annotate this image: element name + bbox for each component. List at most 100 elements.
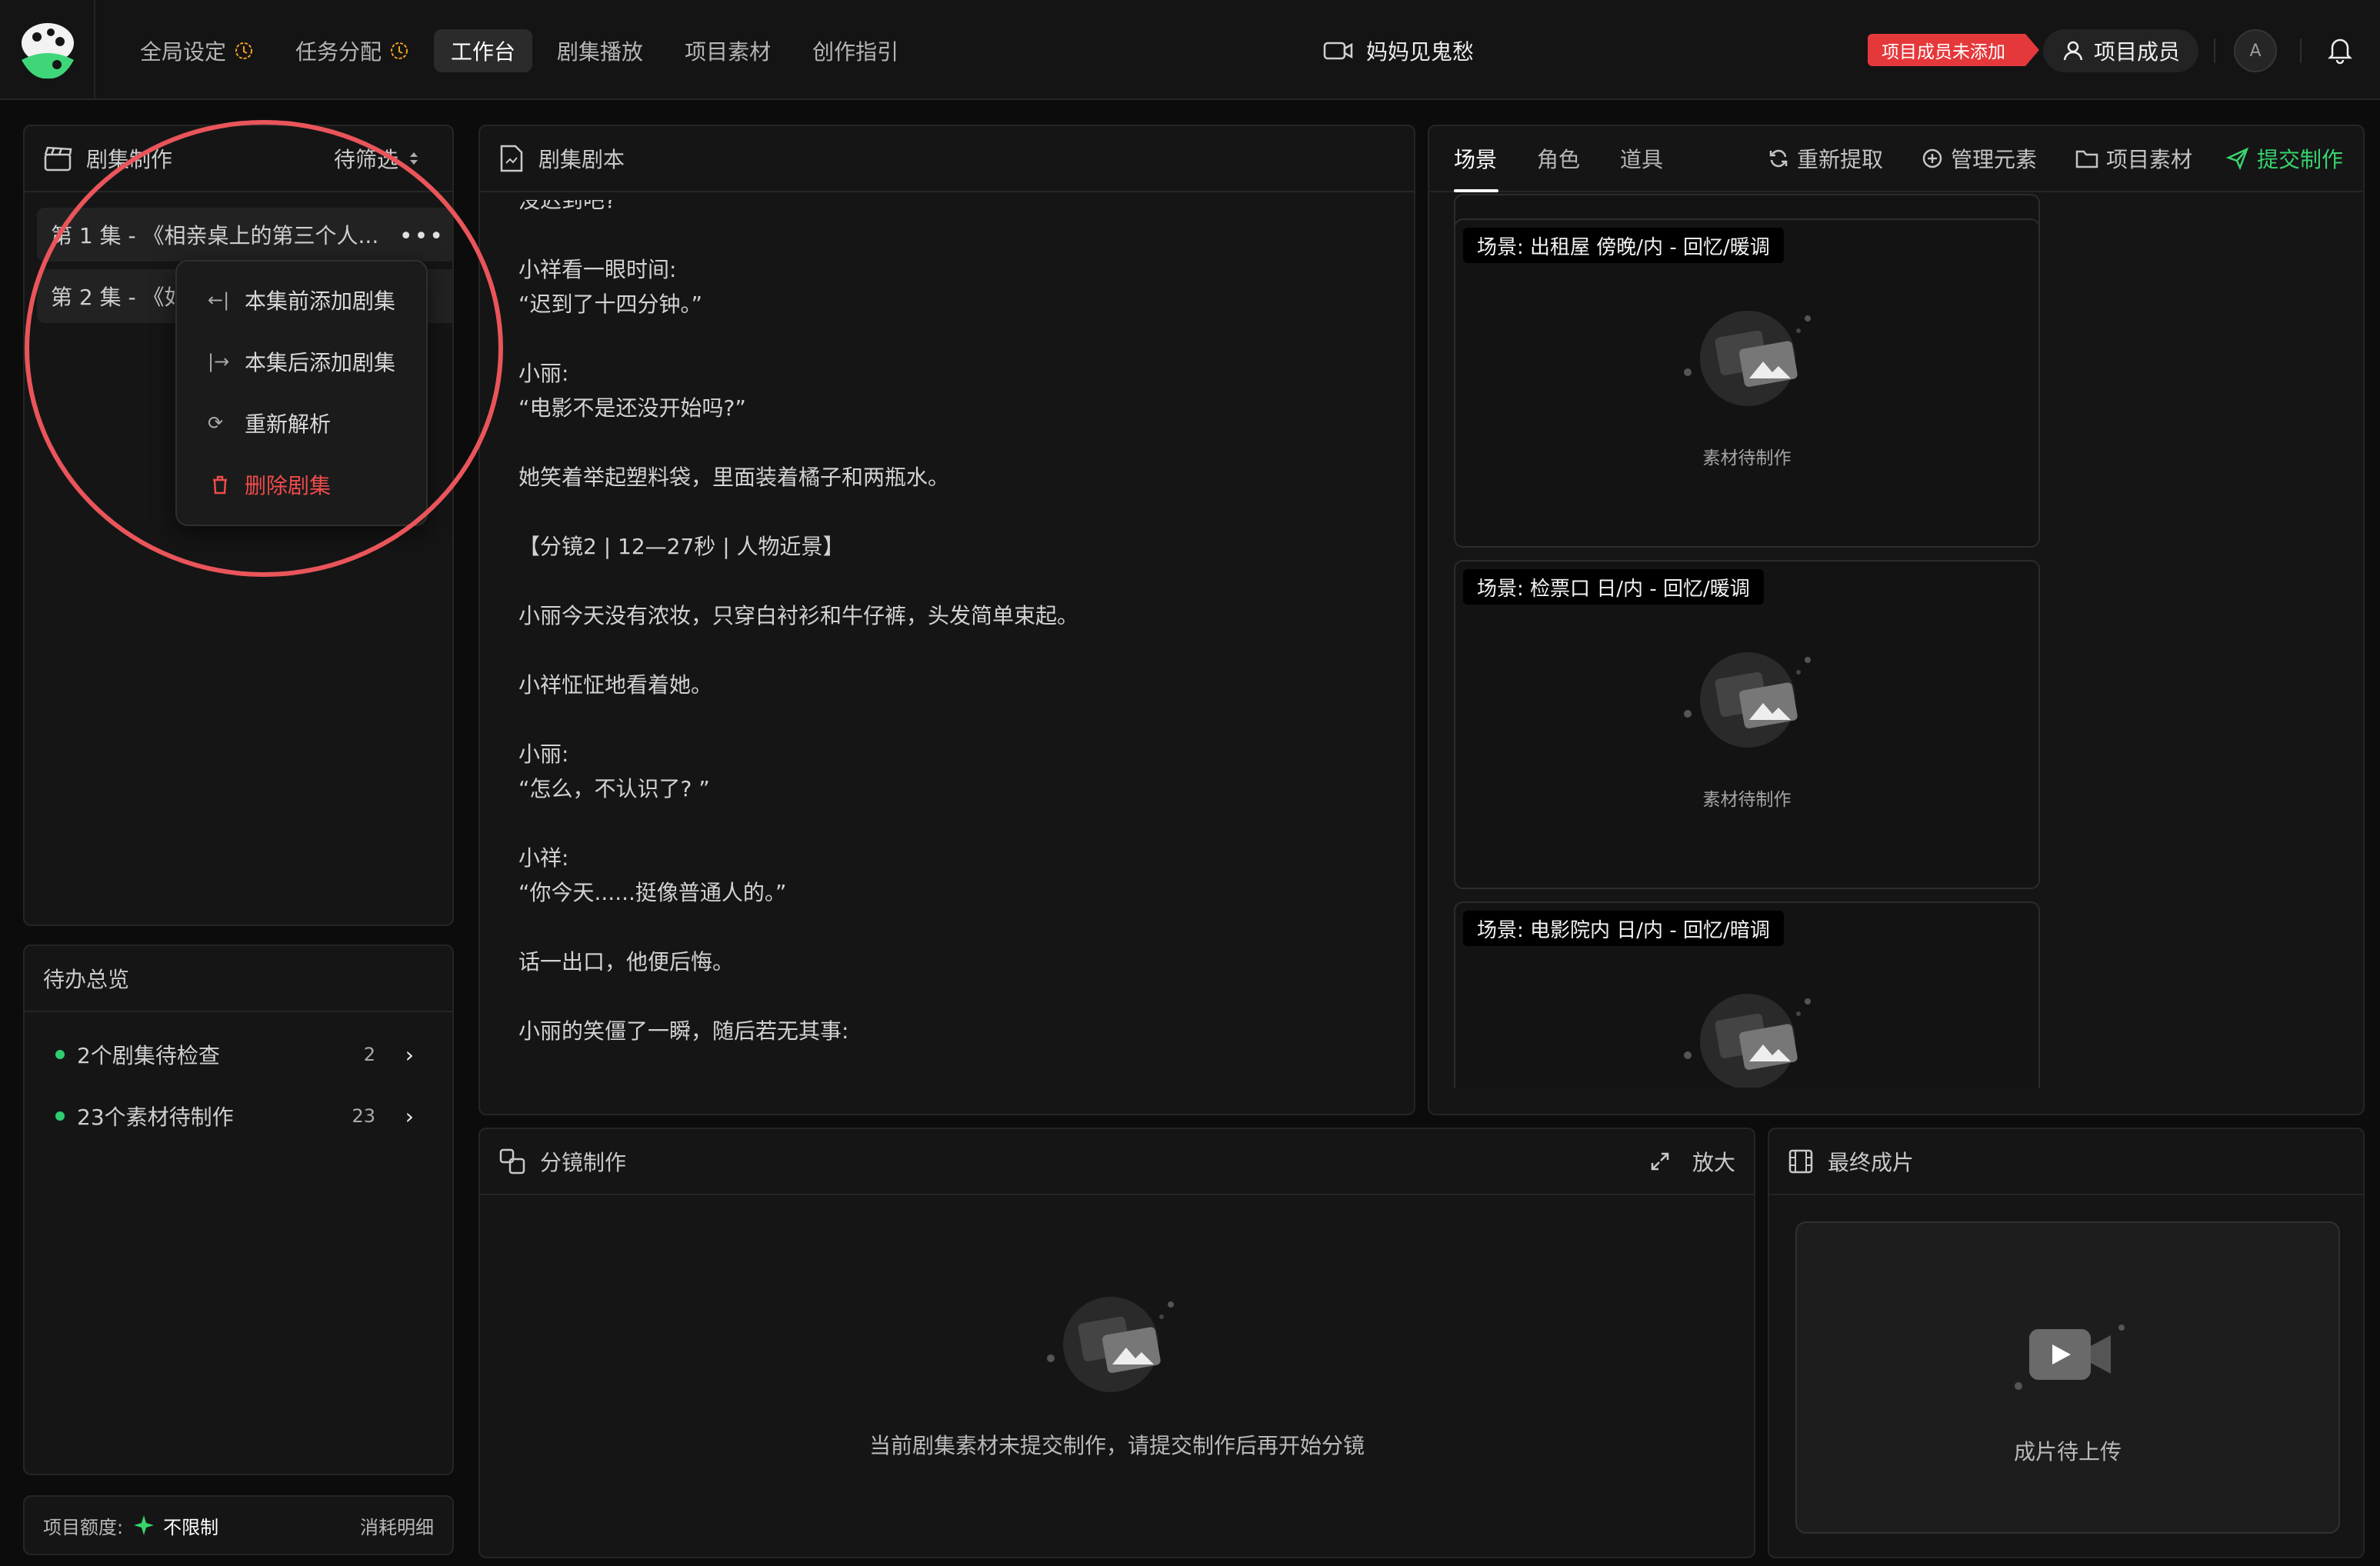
filter-label: 待筛选 <box>333 147 398 172</box>
image-placeholder-icon <box>1047 1297 1174 1392</box>
episode-title: 第 2 集 - 《如 <box>51 285 186 310</box>
script-line <box>518 564 1395 598</box>
video-placeholder-icon <box>2015 1324 2125 1390</box>
nav-label: 剧集播放 <box>557 39 644 65</box>
avatar[interactable]: A <box>2234 29 2277 72</box>
action-label: 重新提取 <box>1797 147 1884 172</box>
scene-card[interactable]: 场景: 电影院内 日/内 - 回忆/暗调 <box>1454 901 2040 1088</box>
script-panel: 剧集剧本 没迟到吧? 小祥看一眼时间: “迟到了十四分钟。” 小丽: “电影不是还没开始… <box>478 125 1415 1115</box>
members-warning-badge: 项目成员未添加 <box>1868 34 2039 66</box>
project-assets-button[interactable]: 项目素材 <box>2075 143 2192 174</box>
pending-clock-icon <box>391 42 408 59</box>
status-dot <box>55 1050 65 1059</box>
todo-item-assets[interactable]: 23个素材待制作 23 › <box>55 1097 422 1135</box>
scene-card[interactable]: 场景: 检票口 日/内 - 回忆/暖调 素材待制作 <box>1454 560 2040 889</box>
episodes-header: 剧集制作 待筛选 <box>25 126 452 192</box>
nav-project-assets[interactable]: 项目素材 <box>668 29 788 72</box>
script-line: 小祥怔怔地看着她。 <box>518 672 713 698</box>
script-line: “电影不是还没开始吗?” <box>518 395 746 421</box>
episode-item-1[interactable]: 第 1 集 - 《相亲桌上的第三个人... ••• <box>37 208 452 262</box>
tab-character[interactable]: 角色 <box>1537 143 1580 174</box>
status-dot <box>55 1111 65 1121</box>
script-line: “怎么，不认识了? ” <box>518 776 710 801</box>
script-line: 小祥看一眼时间: <box>518 257 677 282</box>
bell-icon[interactable] <box>2325 34 2355 65</box>
episodes-panel: 剧集制作 待筛选 第 1 集 - 《相亲桌上的第三个人... ••• 第 2 集… <box>23 125 454 926</box>
expand-button[interactable]: 放大 <box>1649 1146 1735 1177</box>
storyboard-header: 分镜制作 放大 <box>480 1129 1754 1195</box>
script-line: 小丽: <box>518 741 569 767</box>
submit-production-button[interactable]: 提交制作 <box>2226 143 2343 174</box>
sort-arrows-icon <box>410 152 418 165</box>
nav-label: 全局设定 <box>140 39 227 65</box>
refresh-icon: ⟳ <box>208 412 224 434</box>
nav-creation-guide[interactable]: 创作指引 <box>795 29 915 72</box>
filter-select[interactable]: 待筛选 <box>334 143 434 174</box>
menu-add-after[interactable]: |→ 本集后添加剧集 <box>177 331 426 392</box>
todo-count: 2 <box>363 1044 375 1065</box>
consumption-detail-link[interactable]: 消耗明细 <box>360 1512 434 1539</box>
script-line <box>518 425 1395 460</box>
app-logo-icon[interactable] <box>17 20 78 82</box>
menu-add-before[interactable]: ←| 本集前添加剧集 <box>177 269 426 331</box>
scene-status: 素材待制作 <box>1702 790 1792 810</box>
final-empty-text: 成片待上传 <box>2013 1439 2122 1464</box>
tab-scene[interactable]: 场景 <box>1454 143 1497 174</box>
project-title-text: 妈妈见鬼愁 <box>1366 39 1475 65</box>
manage-elements-button[interactable]: 管理元素 <box>1922 143 2037 174</box>
quota-bar: 项目额度: 不限制 消耗明细 <box>23 1495 454 1555</box>
script-title: 剧集剧本 <box>538 147 625 172</box>
scene-label: 场景: 出租屋 傍晚/内 - 回忆/暖调 <box>1463 228 1784 263</box>
action-label: 提交制作 <box>2257 147 2344 172</box>
script-line <box>518 979 1395 1014</box>
storyboard-panel: 分镜制作 放大 当前剧集素材未提交制作，请提交制作后再开始分镜 <box>478 1128 1755 1558</box>
nav-task-assignment[interactable]: 任务分配 <box>278 29 426 72</box>
final-title: 最终成片 <box>1828 1150 1915 1175</box>
final-upload-area[interactable]: 成片待上传 <box>1795 1221 2340 1534</box>
image-placeholder-icon <box>1684 652 1811 748</box>
script-line: 她笑着举起塑料袋，里面装着橘子和两瓶水。 <box>518 465 950 490</box>
script-line <box>518 702 1395 737</box>
scene-card[interactable]: 场景: 出租屋 傍晚/内 - 回忆/暖调 素材待制作 <box>1454 218 2040 548</box>
members-label: 项目成员 <box>2094 39 2181 65</box>
final-panel: 最终成片 成片待上传 <box>1768 1128 2365 1558</box>
nav-episode-playback[interactable]: 剧集播放 <box>540 29 660 72</box>
pending-clock-icon <box>235 42 253 59</box>
action-label: 管理元素 <box>1951 147 2038 172</box>
asset-tabs: 场景 角色 道具 重新提取 管理元素 项目素材 提交制作 <box>1429 126 2363 192</box>
more-icon[interactable]: ••• <box>399 223 445 250</box>
zoom-label: 放大 <box>1692 1150 1735 1175</box>
menu-label: 删除剧集 <box>245 473 332 498</box>
sparkle-icon <box>134 1515 155 1535</box>
video-camera-icon <box>1323 42 1353 60</box>
script-line: 【分镜2 | 12—27秒 | 人物近景】 <box>518 534 845 559</box>
final-header: 最终成片 <box>1769 1129 2363 1195</box>
logo-divider <box>94 0 95 100</box>
storyboard-empty-text: 当前剧集素材未提交制作，请提交制作后再开始分镜 <box>868 1433 1365 1458</box>
trash-icon <box>213 475 227 495</box>
re-extract-button[interactable]: 重新提取 <box>1768 143 1883 174</box>
script-line: 小丽的笑僵了一瞬，随后若无其事: <box>518 1018 849 1044</box>
todo-item-episodes[interactable]: 2个剧集待检查 2 › <box>55 1035 422 1074</box>
todo-panel: 待办总览 2个剧集待检查 2 › 23个素材待制作 23 › <box>23 945 454 1475</box>
send-icon <box>2226 147 2249 170</box>
action-label: 项目素材 <box>2106 147 2193 172</box>
script-line <box>518 322 1395 356</box>
scene-label: 场景: 检票口 日/内 - 回忆/暖调 <box>1463 569 1764 605</box>
nav-workbench[interactable]: 工作台 <box>434 29 533 72</box>
tab-prop[interactable]: 道具 <box>1620 143 1663 174</box>
nav-global-settings[interactable]: 全局设定 <box>123 29 271 72</box>
avatar-letter: A <box>2249 41 2262 61</box>
project-members-button[interactable]: 项目成员 <box>2043 29 2199 72</box>
episode-title: 第 1 集 - 《相亲桌上的第三个人... <box>51 223 379 248</box>
quota-label: 项目额度: <box>43 1516 124 1538</box>
script-line <box>518 218 1395 252</box>
menu-reparse[interactable]: ⟳ 重新解析 <box>177 392 426 454</box>
insert-after-icon: |→ <box>208 351 230 372</box>
header-divider <box>2214 38 2215 63</box>
menu-delete-episode[interactable]: 删除剧集 <box>177 454 426 515</box>
badge-text: 项目成员未添加 <box>1882 42 2005 62</box>
nav-label: 任务分配 <box>295 39 382 65</box>
chevron-right-icon: › <box>405 1041 414 1068</box>
script-content[interactable]: 没迟到吧? 小祥看一眼时间: “迟到了十四分钟。” 小丽: “电影不是还没开始吗?” 她笑… <box>518 200 1395 1114</box>
